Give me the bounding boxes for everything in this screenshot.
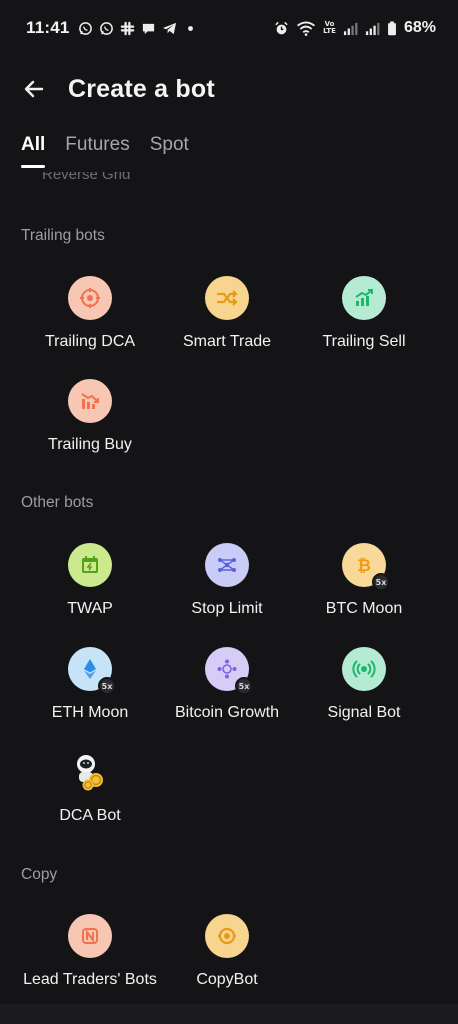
bot-label: Smart Trade	[182, 333, 272, 350]
section-title-trailing: Trailing bots	[21, 227, 105, 244]
bot-label: Trailing DCA	[44, 333, 136, 350]
page-title: Create a bot	[68, 74, 215, 103]
trend-down-icon	[68, 379, 112, 423]
telegram-icon	[162, 21, 177, 36]
bot-label: ETH Moon	[51, 704, 129, 721]
bitcoin-icon: ₿ 5x	[342, 543, 390, 591]
growth-icon: 5x	[205, 647, 253, 695]
bot-label: CopyBot	[196, 971, 258, 988]
signal-icon	[365, 21, 380, 36]
dot-icon	[183, 21, 198, 36]
lead-trader-icon	[68, 914, 112, 958]
wifi-icon	[296, 20, 316, 36]
bot-label: Lead Traders' Bots	[23, 971, 157, 988]
ethereum-icon: 5x	[68, 647, 116, 695]
bot-stop-limit[interactable]: Stop Limit	[152, 543, 302, 618]
calendar-icon	[68, 543, 112, 587]
copy-icon	[205, 914, 249, 958]
bot-trailing-sell[interactable]: Trailing Sell	[289, 276, 439, 351]
bot-label: Bitcoin Growth	[174, 704, 280, 721]
tab-bar: All Futures Spot	[21, 134, 189, 168]
bot-bitcoin-growth[interactable]: 5x Bitcoin Growth	[152, 647, 302, 722]
bot-label: Signal Bot	[327, 704, 401, 721]
app-header: Create a bot	[0, 64, 458, 114]
battery-percent: 68%	[403, 19, 436, 36]
bot-dca-bot[interactable]: DCA Bot	[15, 750, 165, 825]
bot-copybot[interactable]: CopyBot	[152, 914, 302, 989]
section-title-copy: Copy	[21, 866, 58, 883]
network-icon	[205, 543, 249, 587]
signal-icon	[343, 21, 358, 36]
tab-spot[interactable]: Spot	[150, 134, 189, 168]
volte-icon: Vo LTE	[323, 21, 336, 35]
tab-futures[interactable]: Futures	[65, 134, 129, 168]
trend-up-icon	[342, 276, 386, 320]
whatsapp-icon	[78, 21, 93, 36]
bottom-strip	[0, 1004, 458, 1024]
arrow-left-icon	[24, 80, 44, 98]
alarm-icon	[274, 21, 289, 36]
battery-icon	[387, 20, 397, 36]
cutoff-text: Reverse Grid	[42, 172, 131, 183]
chat-icon	[141, 21, 156, 36]
bot-label: Stop Limit	[191, 600, 263, 617]
system-icons: Vo LTE 68%	[274, 19, 436, 37]
leverage-badge: 5x	[372, 573, 390, 591]
slack-icon	[120, 21, 135, 36]
status-time: 11:41	[26, 18, 70, 37]
bot-lead-traders[interactable]: Lead Traders' Bots	[15, 914, 165, 989]
bot-smart-trade[interactable]: Smart Trade	[152, 276, 302, 351]
target-icon	[68, 276, 112, 320]
signal-broadcast-icon	[342, 647, 386, 691]
bot-trailing-dca[interactable]: Trailing DCA	[15, 276, 165, 351]
astronaut-icon	[68, 750, 112, 794]
bot-signal-bot[interactable]: Signal Bot	[289, 647, 439, 722]
cutoff-item-label: Reverse Grid	[42, 172, 130, 186]
status-bar: 11:41 Vo LTE 68%	[0, 0, 458, 56]
bot-label: TWAP	[67, 600, 113, 617]
section-title-other: Other bots	[21, 494, 94, 511]
svg-text:₿: ₿	[357, 556, 371, 576]
bot-label: Trailing Sell	[322, 333, 406, 350]
bot-eth-moon[interactable]: 5x ETH Moon	[15, 647, 165, 722]
bot-btc-moon[interactable]: ₿ 5x BTC Moon	[289, 543, 439, 618]
bot-label: BTC Moon	[325, 600, 403, 617]
leverage-badge: 5x	[98, 677, 116, 695]
bot-label: Trailing Buy	[48, 436, 132, 453]
smart-trade-icon	[205, 276, 249, 320]
tab-all[interactable]: All	[21, 134, 46, 168]
whatsapp-icon	[99, 21, 114, 36]
volte-line2: LTE	[323, 27, 336, 35]
bot-trailing-buy[interactable]: Trailing Buy	[15, 379, 165, 454]
bot-label: DCA Bot	[59, 807, 121, 824]
notification-icons	[78, 21, 198, 36]
back-button[interactable]	[4, 64, 64, 114]
leverage-badge: 5x	[235, 677, 253, 695]
bot-twap[interactable]: TWAP	[15, 543, 165, 618]
